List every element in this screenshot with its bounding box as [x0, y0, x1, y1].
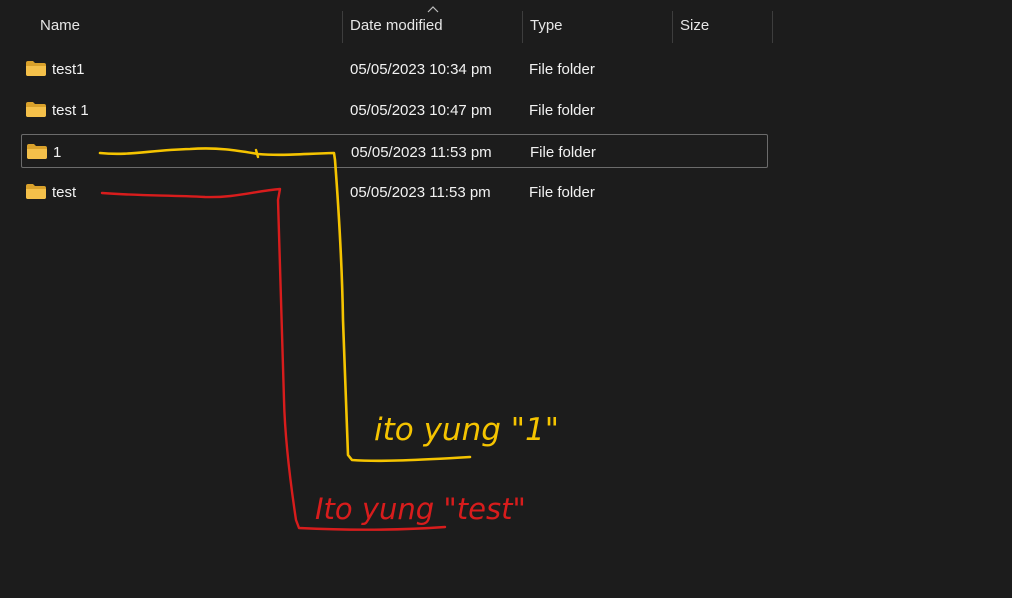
- column-header-size[interactable]: Size: [680, 17, 709, 34]
- file-row[interactable]: test 05/05/2023 11:53 pm File folder: [21, 175, 768, 209]
- file-name: test: [52, 184, 77, 201]
- file-date-modified: 05/05/2023 11:53 pm: [351, 144, 492, 161]
- file-date-modified: 05/05/2023 10:34 pm: [350, 61, 492, 78]
- folder-icon: [26, 61, 46, 76]
- file-type: File folder: [529, 102, 595, 119]
- file-type: File folder: [530, 144, 596, 161]
- column-header-date-modified[interactable]: Date modified: [350, 17, 443, 34]
- file-name: test 1: [52, 102, 89, 119]
- file-row-selected[interactable]: 1 05/05/2023 11:53 pm File folder: [21, 134, 768, 168]
- file-date-modified: 05/05/2023 10:47 pm: [350, 102, 492, 119]
- file-row[interactable]: test1 05/05/2023 10:34 pm File folder: [21, 52, 768, 86]
- column-header-name[interactable]: Name: [40, 17, 80, 34]
- handwritten-annotations: ito yung "1" Ito yung "test": [98, 147, 559, 531]
- column-divider[interactable]: [672, 11, 673, 43]
- column-divider[interactable]: [342, 11, 343, 43]
- column-header-bar: Name Date modified Type Size: [0, 0, 780, 54]
- file-date-modified: 05/05/2023 11:53 pm: [350, 184, 491, 201]
- yellow-annotation-text: ito yung "1": [374, 412, 559, 448]
- sort-ascending-icon: [427, 6, 439, 13]
- column-divider[interactable]: [522, 11, 523, 43]
- file-name: 1: [53, 144, 62, 161]
- file-type: File folder: [529, 184, 595, 201]
- column-header-type[interactable]: Type: [530, 17, 563, 34]
- file-type: File folder: [529, 61, 595, 78]
- folder-icon: [26, 102, 46, 117]
- red-annotation-line: [100, 187, 447, 531]
- folder-icon: [27, 144, 47, 159]
- column-divider[interactable]: [772, 11, 773, 43]
- red-annotation-text: Ito yung "test": [315, 492, 526, 526]
- file-row[interactable]: test 1 05/05/2023 10:47 pm File folder: [21, 93, 768, 127]
- file-name: test1: [52, 61, 85, 78]
- folder-icon: [26, 184, 46, 199]
